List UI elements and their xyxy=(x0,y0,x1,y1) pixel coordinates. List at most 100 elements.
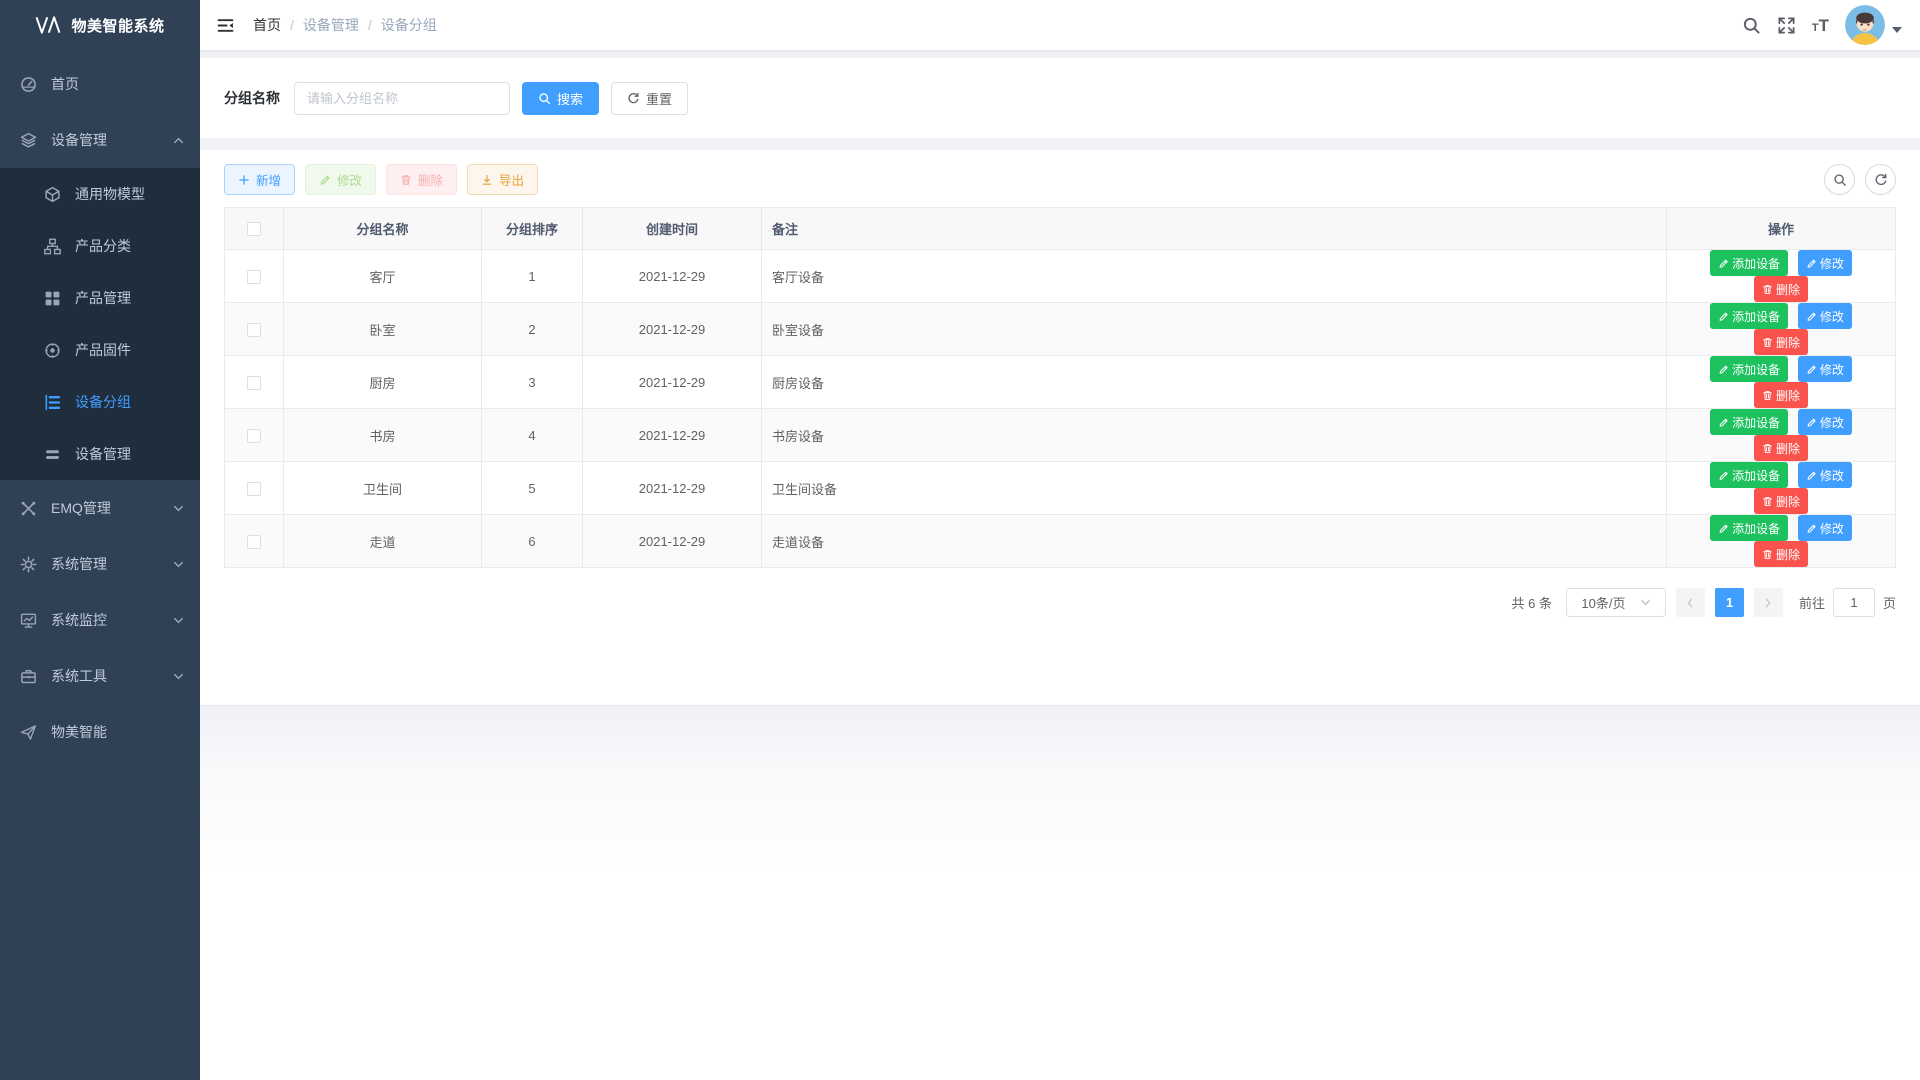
delete-row-button[interactable]: 删除 xyxy=(1754,488,1808,514)
breadcrumb-home[interactable]: 首页 xyxy=(253,15,281,35)
edit-row-button[interactable]: 修改 xyxy=(1798,462,1852,488)
user-menu[interactable] xyxy=(1845,5,1902,45)
add-device-button[interactable]: 添加设备 xyxy=(1710,303,1788,329)
sidebar-item-device-group[interactable]: 设备分组 xyxy=(0,376,200,428)
add-device-button[interactable]: 添加设备 xyxy=(1710,356,1788,382)
pagination-total: 共 6 条 xyxy=(1512,593,1552,612)
cell-group-name: 客厅 xyxy=(284,250,482,303)
breadcrumb-section: 设备管理 xyxy=(303,15,359,35)
edit-row-button[interactable]: 修改 xyxy=(1798,409,1852,435)
device-management-submenu: 通用物模型 产品分类 产品管理 产品固件 设备分组 xyxy=(0,168,200,480)
page-size-select[interactable]: 10条/页 xyxy=(1566,588,1666,617)
row-checkbox[interactable] xyxy=(247,323,261,337)
cell-group-order: 4 xyxy=(482,409,583,462)
section-divider xyxy=(200,138,1920,150)
toolbox-icon xyxy=(20,668,37,685)
trash-icon xyxy=(1762,390,1773,401)
table-row: 客厅 1 2021-12-29 客厅设备 添加设备 修改 xyxy=(225,250,1896,303)
toggle-search-button[interactable] xyxy=(1824,164,1855,195)
delete-row-button[interactable]: 删除 xyxy=(1754,435,1808,461)
refresh-table-button[interactable] xyxy=(1865,164,1896,195)
select-all-checkbox[interactable] xyxy=(247,222,261,236)
goto-label: 前往 xyxy=(1799,593,1825,612)
target-icon xyxy=(44,342,61,359)
avatar[interactable] xyxy=(1845,5,1885,45)
reset-button[interactable]: 重置 xyxy=(611,82,688,115)
table-header-row: 分组名称 分组排序 创建时间 备注 操作 xyxy=(225,208,1896,250)
delete-row-button[interactable]: 删除 xyxy=(1754,329,1808,355)
column-header-group-order: 分组排序 xyxy=(482,208,583,250)
page-unit-label: 页 xyxy=(1883,593,1896,612)
edit-row-button[interactable]: 修改 xyxy=(1798,515,1852,541)
sidebar-item-thing-model[interactable]: 通用物模型 xyxy=(0,168,200,220)
edit-button[interactable]: 修改 xyxy=(305,164,376,195)
sidebar-item-system-tools[interactable]: 系统工具 xyxy=(0,648,200,704)
column-header-created-time: 创建时间 xyxy=(583,208,762,250)
goto-page-input[interactable] xyxy=(1833,588,1875,617)
sidebar-item-system-management[interactable]: 系统管理 xyxy=(0,536,200,592)
add-device-button[interactable]: 添加设备 xyxy=(1710,409,1788,435)
edit-row-button[interactable]: 修改 xyxy=(1798,250,1852,276)
sidebar-item-product-category[interactable]: 产品分类 xyxy=(0,220,200,272)
add-device-button[interactable]: 添加设备 xyxy=(1710,462,1788,488)
search-button[interactable]: 搜索 xyxy=(522,82,599,115)
header-search-icon[interactable] xyxy=(1742,16,1761,35)
font-size-icon[interactable]: TT xyxy=(1812,17,1829,34)
pencil-icon xyxy=(1806,311,1817,322)
page-number-active[interactable]: 1 xyxy=(1715,588,1744,617)
cell-group-order: 2 xyxy=(482,303,583,356)
delete-row-button[interactable]: 删除 xyxy=(1754,541,1808,567)
device-group-panel: 新增 修改 删除 导出 xyxy=(200,150,1920,705)
cell-group-order: 6 xyxy=(482,515,583,568)
delete-row-button[interactable]: 删除 xyxy=(1754,276,1808,302)
row-checkbox[interactable] xyxy=(247,270,261,284)
pencil-icon xyxy=(1718,258,1729,269)
add-device-button[interactable]: 添加设备 xyxy=(1710,515,1788,541)
chevron-up-icon xyxy=(173,135,184,146)
next-page-button[interactable] xyxy=(1754,588,1783,617)
prev-page-button[interactable] xyxy=(1676,588,1705,617)
add-device-button[interactable]: 添加设备 xyxy=(1710,250,1788,276)
delete-button[interactable]: 删除 xyxy=(386,164,457,195)
monitor-icon xyxy=(20,612,37,629)
refresh-icon xyxy=(1874,173,1888,187)
app-logo[interactable]: 物美智能系统 xyxy=(0,0,200,50)
sidebar-item-system-monitor[interactable]: 系统监控 xyxy=(0,592,200,648)
cell-remark: 卫生间设备 xyxy=(762,462,1667,515)
cube-icon xyxy=(44,186,61,203)
sidebar-item-emq-management[interactable]: EMQ管理 xyxy=(0,480,200,536)
row-checkbox[interactable] xyxy=(247,535,261,549)
row-checkbox[interactable] xyxy=(247,482,261,496)
chevron-down-icon xyxy=(173,615,184,626)
sidebar-item-product-management[interactable]: 产品管理 xyxy=(0,272,200,324)
row-checkbox[interactable] xyxy=(247,376,261,390)
sidebar-item-device-management[interactable]: 设备管理 xyxy=(0,112,200,168)
search-icon xyxy=(538,92,551,105)
pencil-icon xyxy=(1806,523,1817,534)
sidebar-item-product-firmware[interactable]: 产品固件 xyxy=(0,324,200,376)
export-button[interactable]: 导出 xyxy=(467,164,538,195)
group-name-input[interactable] xyxy=(294,82,510,115)
column-header-actions: 操作 xyxy=(1667,208,1896,250)
bars-icon xyxy=(44,446,61,463)
trash-icon xyxy=(1762,496,1773,507)
table-toolbar: 新增 修改 删除 导出 xyxy=(224,164,1896,195)
cell-created-time: 2021-12-29 xyxy=(583,409,762,462)
collapse-sidebar-icon[interactable] xyxy=(216,17,235,34)
add-button[interactable]: 新增 xyxy=(224,164,295,195)
chevron-right-icon xyxy=(1762,597,1774,609)
sidebar-item-home[interactable]: 首页 xyxy=(0,56,200,112)
column-header-group-name: 分组名称 xyxy=(284,208,482,250)
fullscreen-icon[interactable] xyxy=(1777,16,1796,35)
row-checkbox[interactable] xyxy=(247,429,261,443)
sidebar-item-device-list[interactable]: 设备管理 xyxy=(0,428,200,480)
cell-group-name: 卧室 xyxy=(284,303,482,356)
chevron-down-icon xyxy=(173,559,184,570)
edit-row-button[interactable]: 修改 xyxy=(1798,356,1852,382)
delete-row-button[interactable]: 删除 xyxy=(1754,382,1808,408)
edit-row-button[interactable]: 修改 xyxy=(1798,303,1852,329)
sidebar-item-wumei-smart[interactable]: 物美智能 xyxy=(0,704,200,760)
pencil-icon xyxy=(1718,523,1729,534)
refresh-icon xyxy=(627,92,640,105)
cell-remark: 走道设备 xyxy=(762,515,1667,568)
